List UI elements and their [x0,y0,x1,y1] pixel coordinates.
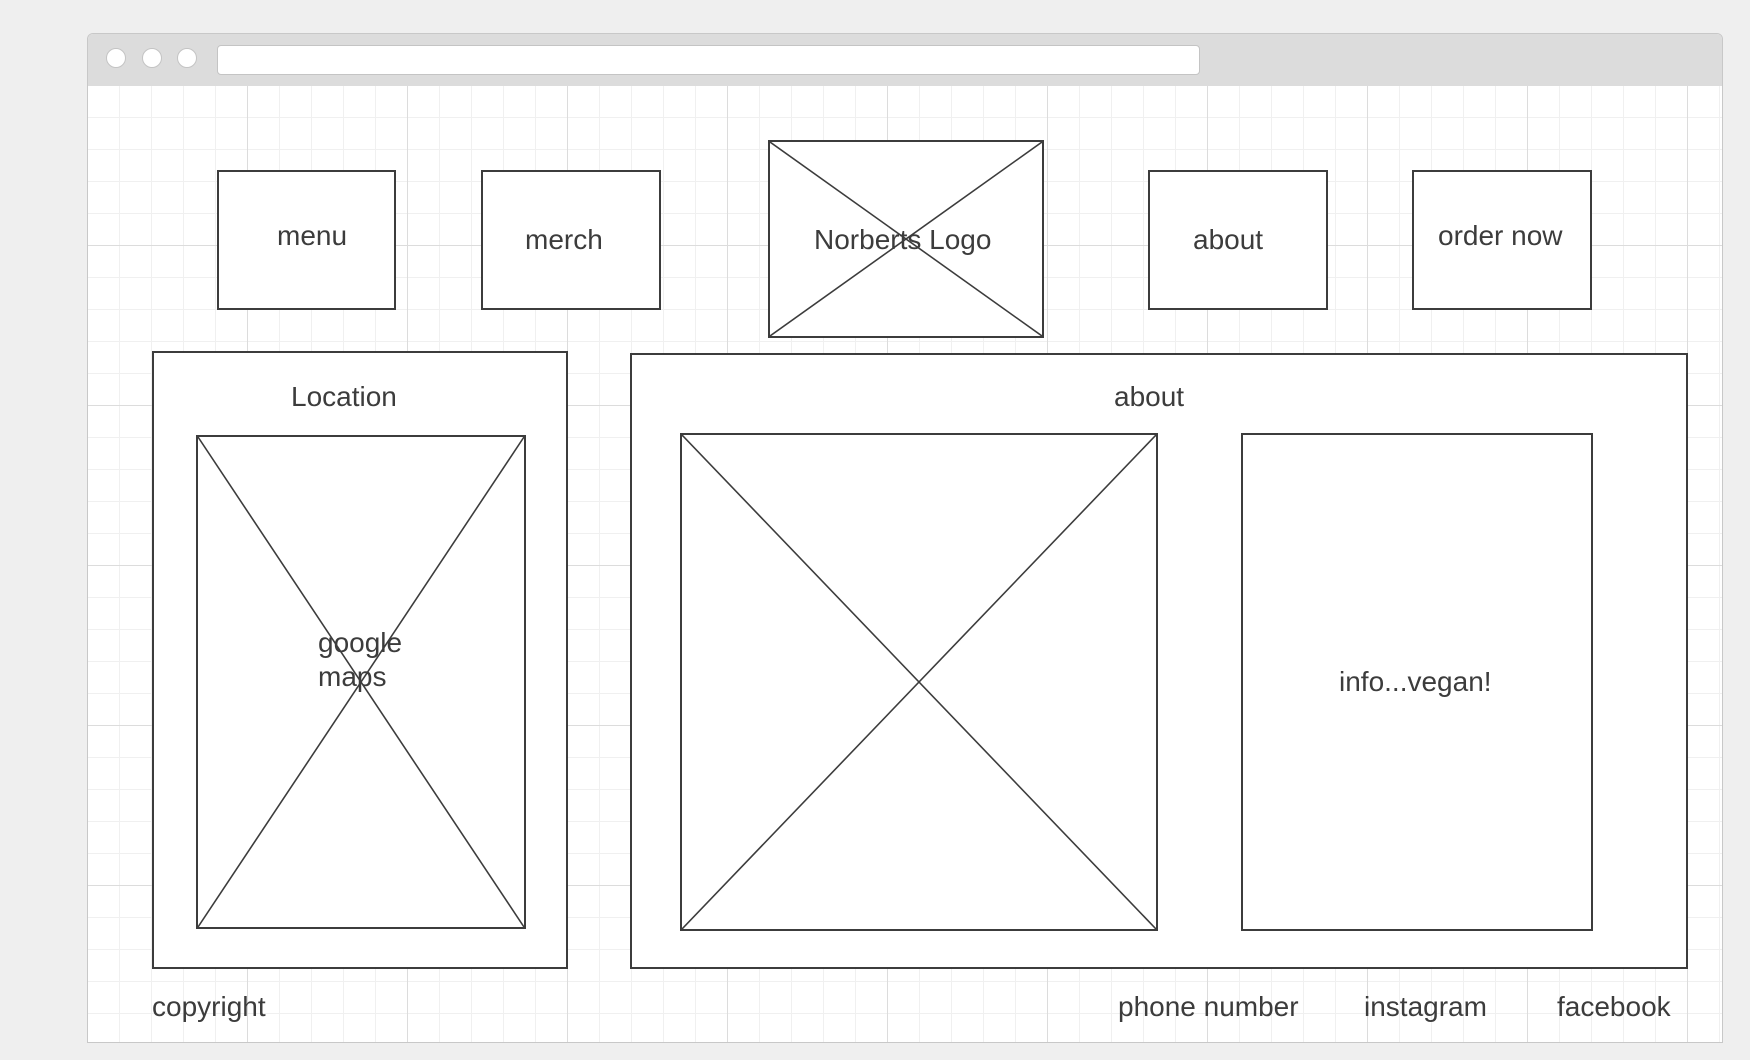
wireframe-canvas: menu merch Norberts Logo about order now… [88,86,1722,1042]
footer-facebook-link[interactable]: facebook [1557,991,1671,1023]
logo-placeholder[interactable]: Norberts Logo [768,140,1044,338]
about-nav-button-label: about [1193,224,1264,255]
order-now-button[interactable]: order now [1412,170,1592,310]
map-label-line2: maps [318,661,387,692]
image-placeholder-icon [682,435,1156,929]
browser-toolbar [88,34,1722,87]
merch-button[interactable]: merch [481,170,661,310]
about-image-placeholder[interactable] [680,433,1158,931]
location-title: Location [291,381,397,412]
footer-phone-link[interactable]: phone number [1118,991,1299,1023]
about-title: about [1114,381,1185,412]
google-maps-embed[interactable]: google maps [196,435,526,929]
window-minimize-dot[interactable] [142,48,162,68]
about-panel: about info...vegan! [630,353,1688,969]
menu-button[interactable]: menu [217,170,396,310]
window-maximize-dot[interactable] [177,48,197,68]
about-nav-button[interactable]: about [1148,170,1328,310]
address-bar[interactable] [217,45,1200,75]
logo-label: Norberts Logo [814,224,992,255]
about-info-text: info...vegan! [1339,666,1492,697]
footer-copyright: copyright [152,991,266,1022]
map-label-line1: google [318,627,403,658]
location-panel: Location google maps [152,351,568,969]
footer-instagram-link[interactable]: instagram [1364,991,1487,1023]
menu-button-label: menu [277,220,348,251]
order-now-button-label: order now [1438,220,1563,251]
merch-button-label: merch [525,224,603,255]
browser-window: menu merch Norberts Logo about order now… [87,33,1723,1043]
window-close-dot[interactable] [106,48,126,68]
about-info-box: info...vegan! [1241,433,1593,931]
